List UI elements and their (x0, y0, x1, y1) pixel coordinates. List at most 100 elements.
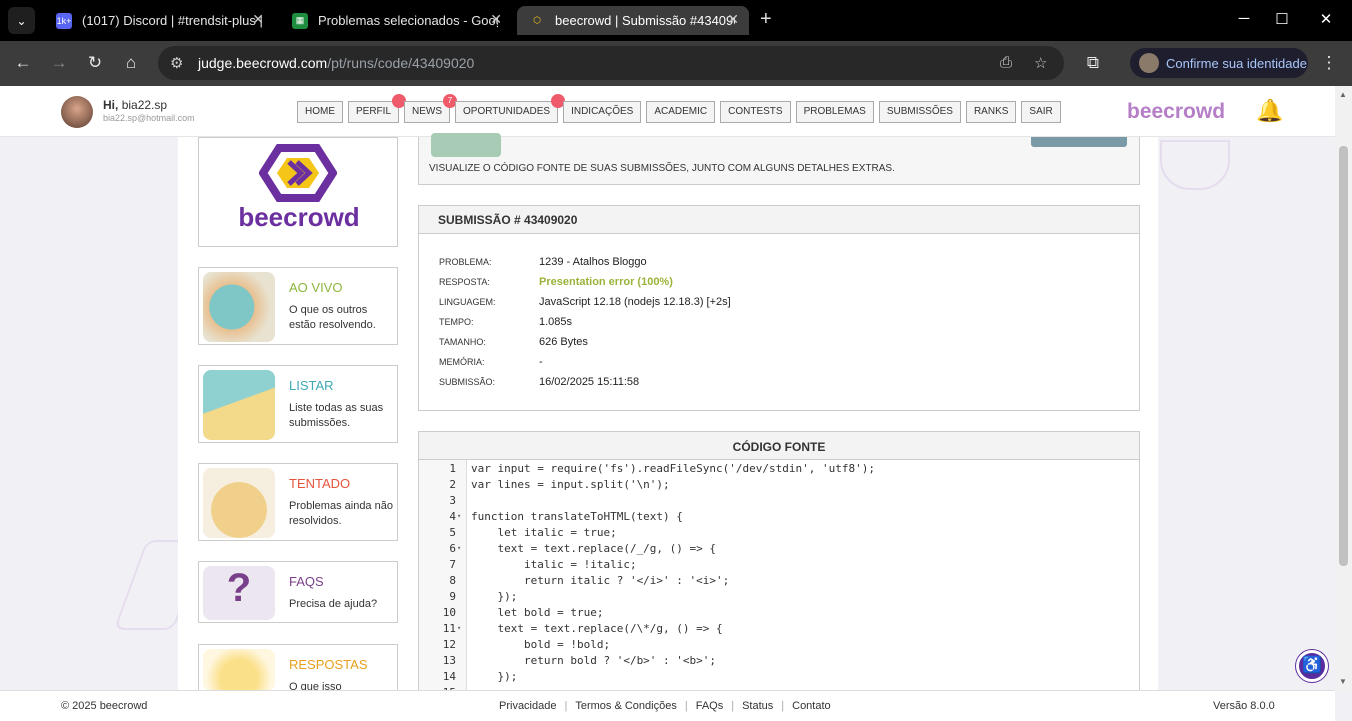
profile-avatar-icon (1139, 53, 1159, 73)
footer-link[interactable]: Contato (792, 700, 831, 712)
code-line: function translateToHTML(text) { (471, 510, 683, 523)
page-scrollbar[interactable]: ▲ ▼ (1335, 86, 1352, 690)
menu-item-problemas[interactable]: PROBLEMAS (795, 101, 874, 123)
card-desc: Problemas ainda não resolvidos. (289, 500, 393, 527)
close-tab-icon[interactable]: ✕ (727, 11, 739, 28)
user-email: bia22.sp@hotmail.com (103, 113, 195, 123)
list-papers-icon (203, 370, 275, 440)
new-tab-icon[interactable]: + (760, 8, 772, 31)
notification-bell-icon[interactable]: 🔔 (1256, 98, 1283, 124)
code-line: var lines = input.split('\n'); (471, 478, 670, 491)
header-action-button[interactable] (1031, 137, 1127, 147)
footer-link[interactable]: FAQs (696, 700, 724, 712)
card-title: TENTADO (289, 476, 351, 491)
tab-sheets[interactable]: ▦ Problemas selecionados - Goog ✕ (280, 6, 512, 35)
scroll-up-icon[interactable]: ▲ (1339, 90, 1347, 99)
user-avatar[interactable] (61, 96, 93, 128)
install-app-icon[interactable]: ⎙ (1000, 54, 1012, 71)
brand-logo[interactable]: beecrowd (1127, 100, 1225, 124)
problem-link[interactable]: 1239 - Atalhos Bloggo (539, 256, 647, 268)
code-box-illustration-icon (431, 133, 501, 157)
tab-discord[interactable]: 1k+ (1017) Discord | #trendsit-plus | ✕ (44, 6, 274, 35)
close-window-icon[interactable]: ✕ (1316, 10, 1336, 28)
separator: | (684, 700, 688, 712)
line-number: 10 (442, 606, 456, 619)
fold-toggle-icon[interactable]: ▾ (457, 512, 461, 520)
tab-search-dropdown-icon[interactable]: ⌄ (8, 7, 35, 34)
scrollbar-thumb[interactable] (1339, 146, 1348, 566)
separator: | (731, 700, 735, 712)
version: Versão 8.0.0 (1213, 700, 1275, 712)
code-line: var input = require('fs').readFileSync('… (471, 462, 875, 475)
menu-item-news[interactable]: NEWS 7 (404, 94, 458, 123)
menu-item-label: NEWS (412, 106, 443, 117)
url-field[interactable]: ⚙ judge.beecrowd.com/pt/runs/code/434090… (158, 46, 1064, 80)
menu-item-indicações[interactable]: INDICAÇÕES (563, 101, 642, 123)
menu-item-sair[interactable]: SAIR (1021, 101, 1061, 123)
sidebar-card-respostas[interactable]: RESPOSTAS O que isso (198, 644, 398, 693)
scroll-down-icon[interactable]: ▼ (1339, 677, 1347, 686)
code-line: text = text.replace(/_/g, () => { (471, 542, 717, 555)
identity-button[interactable]: Confirme sua identidade (1130, 48, 1308, 78)
question-mark-icon: ? (203, 566, 275, 620)
card-title: LISTAR (289, 378, 334, 393)
footer-link[interactable]: Privacidade (499, 700, 556, 712)
site-info-icon[interactable]: ⚙ (170, 54, 183, 72)
card-title: AO VIVO (289, 280, 343, 295)
sidebar-card-ao-vivo[interactable]: AO VIVO O que os outros estão resolvendo… (198, 267, 398, 345)
menu-item-contests[interactable]: CONTESTS (720, 101, 791, 123)
menu-item-academic[interactable]: ACADEMIC (646, 101, 716, 123)
close-tab-icon[interactable]: ✕ (252, 11, 264, 28)
main-content: beecrowd AO VIVO O que os outros estão r… (178, 133, 1158, 701)
menu-item-label: CONTESTS (728, 106, 783, 117)
accessibility-icon[interactable]: ♿ (1296, 650, 1328, 682)
sidebar-card-listar[interactable]: LISTAR Liste todas as suas submissões. (198, 365, 398, 443)
footer-link[interactable]: Status (742, 700, 773, 712)
minimize-icon[interactable]: ─ (1234, 10, 1254, 27)
code-line: }); (471, 670, 518, 683)
line-number: 3 (449, 494, 456, 507)
maximize-icon[interactable]: ☐ (1272, 10, 1292, 28)
source-code-title: CÓDIGO FONTE (419, 432, 1139, 460)
user-greeting: Hi, bia22.sp (103, 98, 168, 112)
beecrowd-logo-icon (259, 144, 337, 202)
sidebar-card-tentado[interactable]: TENTADO Problemas ainda não resolvidos. (198, 463, 398, 541)
line-number: 7 (449, 558, 456, 571)
sidebar-card-faqs[interactable]: ? FAQS Precisa de ajuda? (198, 561, 398, 623)
fold-toggle-icon[interactable]: ▾ (457, 624, 461, 632)
sidebar-logo[interactable]: beecrowd (198, 137, 398, 247)
bookmark-star-icon[interactable]: ☆ (1034, 54, 1047, 72)
forward-icon[interactable]: → (48, 53, 70, 73)
menu-item-home[interactable]: HOME (297, 101, 343, 123)
footer-link[interactable]: Termos & Condições (575, 700, 677, 712)
separator: | (564, 700, 568, 712)
tab-beecrowd[interactable]: ⬡ beecrowd | Submissão #434090 ✕ (517, 6, 749, 35)
fold-toggle-icon[interactable]: ▾ (457, 544, 461, 552)
card-desc: Precisa de ajuda? (289, 598, 378, 610)
home-icon[interactable]: ⌂ (120, 53, 142, 73)
line-number: 2 (449, 478, 456, 491)
menu-item-label: HOME (305, 106, 335, 117)
sheets-favicon-icon: ▦ (292, 12, 308, 29)
menu-item-perfil[interactable]: PERFIL (348, 94, 407, 123)
browser-menu-icon[interactable]: ⋮ (1318, 53, 1340, 73)
url-path: /pt/runs/code/43409020 (327, 55, 475, 71)
menu-item-oportunidades[interactable]: OPORTUNIDADES (455, 94, 566, 123)
identity-label: Confirme sua identidade (1166, 55, 1307, 71)
reload-icon[interactable]: ↻ (84, 53, 106, 73)
line-number: 6 (449, 542, 456, 555)
menu-item-submissões[interactable]: SUBMISSÕES (878, 101, 961, 123)
tab-title: (1017) Discord | #trendsit-plus | (82, 13, 262, 28)
code-line: return italic ? '</i>' : '<i>'; (471, 574, 730, 587)
menu-item-ranks[interactable]: RANKS (965, 101, 1017, 123)
extensions-icon[interactable]: ⧉ (1082, 53, 1104, 73)
address-bar: ← → ↻ ⌂ ⚙ judge.beecrowd.com/pt/runs/cod… (0, 41, 1352, 86)
background-decoration (1160, 140, 1230, 190)
code-line: let italic = true; (471, 526, 617, 539)
close-tab-icon[interactable]: ✕ (490, 11, 502, 28)
copyright: © 2025 beecrowd (61, 700, 148, 712)
tab-title: beecrowd | Submissão #434090 (555, 13, 735, 28)
menu-item-label: OPORTUNIDADES (463, 106, 551, 117)
back-icon[interactable]: ← (12, 53, 34, 73)
page-description: VISUALIZE O CÓDIGO FONTE DE SUAS SUBMISS… (429, 163, 895, 174)
